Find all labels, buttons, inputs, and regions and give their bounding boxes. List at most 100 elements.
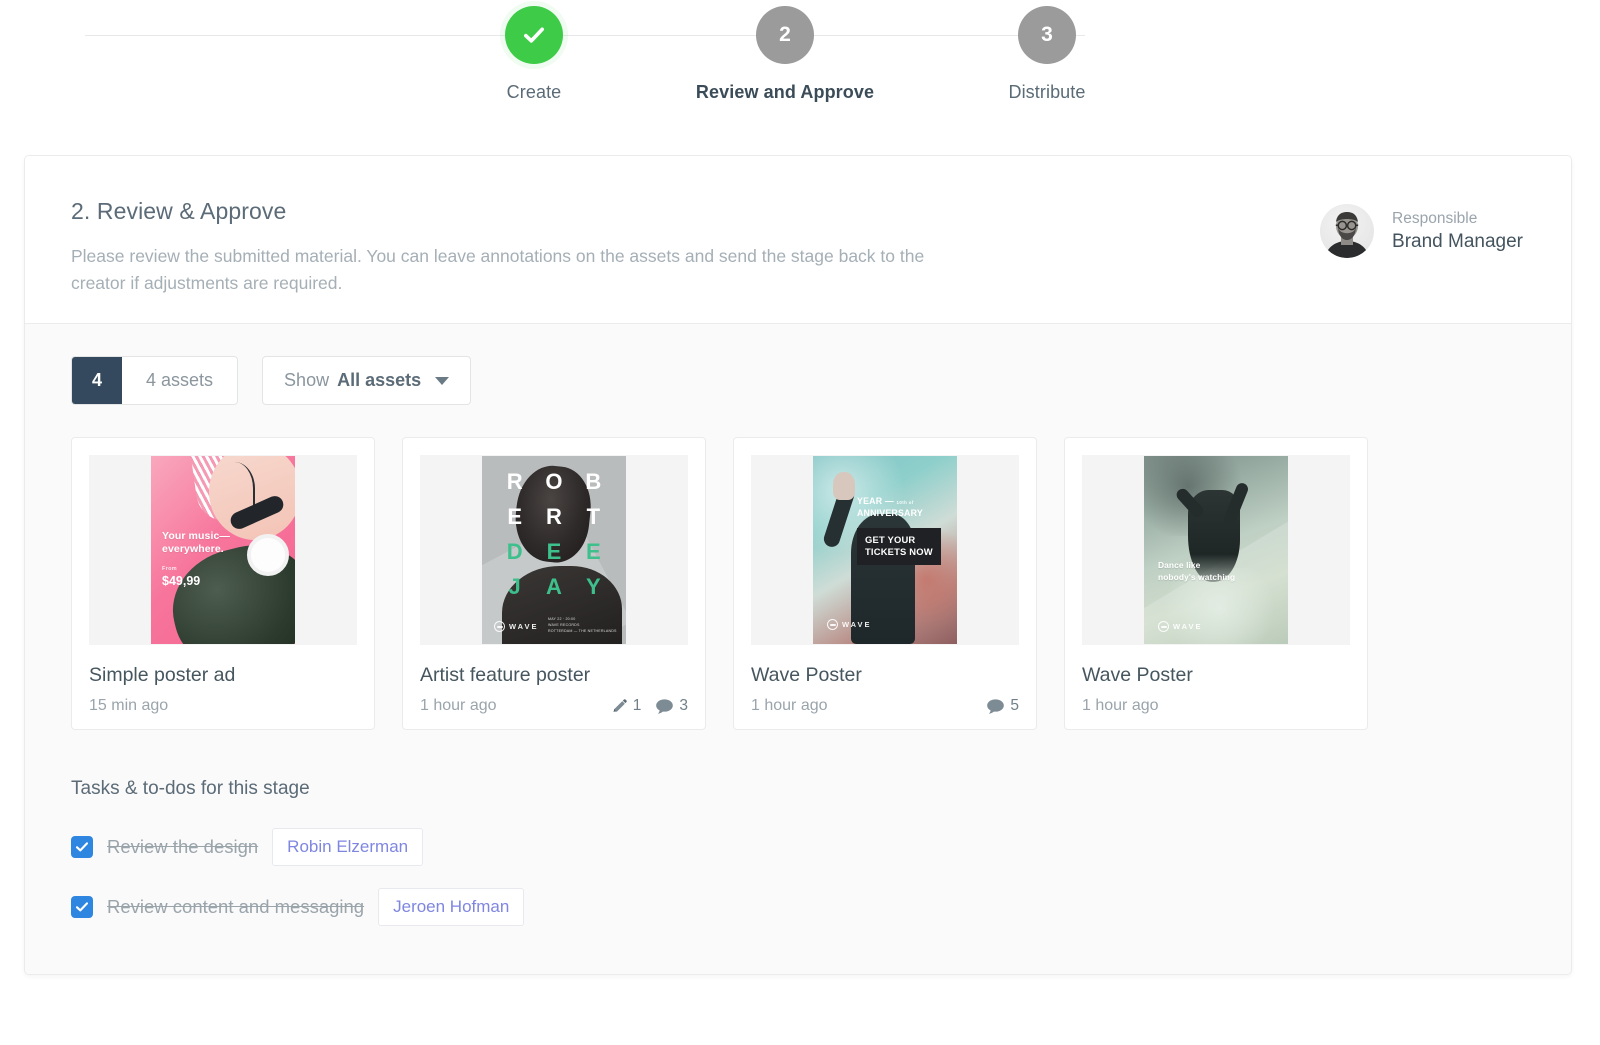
asset-name: Wave Poster bbox=[751, 664, 862, 686]
responsible-name: Brand Manager bbox=[1392, 230, 1523, 252]
asset-card[interactable]: YEAR — 10th of ANNIVERSARY GET YOUR TICK… bbox=[733, 437, 1037, 730]
asset-stats: 5 bbox=[986, 697, 1019, 715]
stepper-label-review: Review and Approve bbox=[695, 82, 875, 102]
poster-brand-lockup: WAVE bbox=[827, 619, 872, 630]
task-assignee-chip[interactable]: Jeroen Hofman bbox=[378, 888, 525, 926]
poster-letter: E bbox=[507, 503, 522, 529]
wave-mark-icon bbox=[494, 621, 505, 632]
poster-letter: R bbox=[546, 503, 562, 529]
responsible-label: Responsible bbox=[1392, 209, 1478, 227]
poster-brand-lockup: WAVE bbox=[1158, 621, 1203, 632]
asset-thumbnail[interactable]: R O B E R T D E E J A Y WAVE MAY 22 · 20… bbox=[420, 455, 688, 645]
stepper-step-distribute[interactable]: 3 Distribute bbox=[937, 6, 1157, 103]
poster-from-label: From bbox=[162, 566, 177, 572]
annotation-stat[interactable]: 1 bbox=[611, 697, 642, 715]
asset-stats: 1 3 bbox=[611, 697, 688, 715]
asset-name: Artist feature poster bbox=[420, 664, 591, 686]
asset-count-label: 4 assets bbox=[122, 357, 238, 404]
step-number-distribute: 3 bbox=[1041, 23, 1053, 46]
poster-meta-line3: ROTTERDAM — THE NETHERLANDS bbox=[548, 628, 617, 633]
poster-anniversary: YEAR — 10th of ANNIVERSARY GET YOUR TICK… bbox=[813, 456, 957, 644]
asset-timestamp: 1 hour ago bbox=[751, 697, 828, 714]
asset-footer: 1 hour ago bbox=[1082, 697, 1350, 715]
wave-mark-icon bbox=[827, 619, 838, 630]
asset-card[interactable]: R O B E R T D E E J A Y WAVE MAY 22 · 20… bbox=[402, 437, 706, 730]
step-marker-review[interactable]: 2 bbox=[756, 6, 814, 64]
wave-logo-icon: WAVE bbox=[827, 619, 872, 630]
poster-earcup-decor bbox=[247, 534, 289, 576]
poster-simple-ad: Your music— everywhere. From $49,99 bbox=[151, 456, 295, 644]
poster-event-meta: MAY 22 · 20:00 WAVE RECORDS ROTTERDAM — … bbox=[548, 616, 617, 634]
stepper-step-create[interactable]: Create bbox=[424, 6, 644, 103]
show-filter-dropdown[interactable]: Show All assets bbox=[262, 356, 472, 405]
comment-icon bbox=[987, 698, 1005, 714]
responsible-block: Responsible Brand Manager bbox=[1320, 204, 1523, 258]
asset-card[interactable]: Dance like nobody's watching WAVE Wave P… bbox=[1064, 437, 1368, 730]
step-marker-create[interactable] bbox=[505, 6, 563, 64]
poster-headline: Your music— everywhere. bbox=[162, 530, 230, 556]
asset-grid: Your music— everywhere. From $49,99 Simp… bbox=[71, 437, 1525, 730]
poster-letter: O bbox=[545, 468, 563, 494]
poster-cta-line1: GET YOUR bbox=[865, 534, 916, 545]
poster-cta-box: GET YOUR TICKETS NOW bbox=[857, 528, 941, 565]
task-assignee-chip[interactable]: Robin Elzerman bbox=[272, 828, 424, 866]
poster-brand-name: WAVE bbox=[842, 620, 872, 629]
asset-count-badge: 4 bbox=[72, 357, 122, 404]
poster-headline-sub: 10th of bbox=[896, 500, 914, 505]
annotation-count: 1 bbox=[632, 697, 642, 714]
poster-letter: D bbox=[506, 538, 523, 564]
asset-footer: 15 min ago bbox=[89, 697, 357, 715]
comment-stat[interactable]: 3 bbox=[655, 697, 688, 715]
avatar-photo-icon bbox=[1320, 204, 1375, 258]
stage-description: Please review the submitted material. Yo… bbox=[71, 246, 925, 294]
poster-dance-like: Dance like nobody's watching WAVE bbox=[1144, 456, 1288, 644]
task-checkbox[interactable] bbox=[71, 836, 93, 858]
stepper-label-create: Create bbox=[506, 82, 562, 102]
poster-headline-line1: YEAR — 10th of bbox=[857, 496, 949, 508]
poster-letter: R bbox=[506, 468, 523, 494]
stage-card-header: 2. Review & Approve Please review the su… bbox=[25, 156, 1571, 324]
poster-brand-name: WAVE bbox=[509, 622, 539, 631]
asset-card[interactable]: Your music— everywhere. From $49,99 Simp… bbox=[71, 437, 375, 730]
poster-letter: Y bbox=[585, 573, 601, 599]
task-label: Review content and messaging bbox=[107, 896, 365, 917]
poster-letter: E bbox=[585, 538, 601, 564]
asset-name: Simple poster ad bbox=[89, 664, 236, 686]
page-title: 2. Review & Approve bbox=[71, 198, 287, 224]
stepper-step-review[interactable]: 2 Review and Approve bbox=[675, 6, 895, 103]
asset-timestamp: 1 hour ago bbox=[420, 697, 497, 714]
poster-brand-lockup: WAVE bbox=[494, 621, 539, 632]
stepper-label-distribute: Distribute bbox=[1008, 82, 1086, 102]
poster-headline-line2: everywhere. bbox=[162, 543, 224, 556]
comment-stat[interactable]: 5 bbox=[986, 697, 1019, 715]
task-checkbox[interactable] bbox=[71, 896, 93, 918]
asset-thumbnail[interactable]: Dance like nobody's watching WAVE bbox=[1082, 455, 1350, 645]
poster-headline-line2: ANNIVERSARY bbox=[857, 507, 923, 518]
poster-headline-line1: Dance like bbox=[1158, 560, 1201, 570]
asset-timestamp: 15 min ago bbox=[89, 697, 169, 714]
poster-letter: T bbox=[586, 503, 601, 529]
show-filter-value: All assets bbox=[337, 370, 422, 390]
asset-thumbnail[interactable]: YEAR — 10th of ANNIVERSARY GET YOUR TICK… bbox=[751, 455, 1019, 645]
poster-headline-line1: Your music— bbox=[162, 530, 231, 542]
asset-count-group: 4 4 assets bbox=[71, 356, 239, 405]
check-icon bbox=[75, 902, 89, 912]
asset-thumbnail[interactable]: Your music— everywhere. From $49,99 bbox=[89, 455, 357, 645]
responsible-text: Responsible Brand Manager bbox=[1392, 210, 1523, 253]
poster-letter: E bbox=[546, 538, 562, 564]
poster-headline: Dance like nobody's watching bbox=[1158, 560, 1235, 584]
task-row: Review the design Robin Elzerman bbox=[71, 828, 1525, 866]
poster-robert-deejay: R O B E R T D E E J A Y WAVE MAY 22 · 20… bbox=[482, 456, 626, 644]
chevron-down-icon bbox=[435, 376, 450, 385]
poster-letter: A bbox=[546, 573, 562, 599]
stage-card: 2. Review & Approve Please review the su… bbox=[24, 155, 1572, 975]
tasks-section-title: Tasks & to-dos for this stage bbox=[71, 778, 310, 799]
task-row: Review content and messaging Jeroen Hofm… bbox=[71, 888, 1525, 926]
task-label: Review the design bbox=[107, 836, 259, 857]
poster-hand-decor bbox=[833, 472, 855, 500]
tasks-list: Review the design Robin Elzerman Review … bbox=[71, 828, 1525, 926]
asset-timestamp: 1 hour ago bbox=[1082, 697, 1159, 714]
step-marker-distribute[interactable]: 3 bbox=[1018, 6, 1076, 64]
pencil-icon bbox=[613, 698, 627, 712]
comment-count: 3 bbox=[679, 697, 688, 714]
